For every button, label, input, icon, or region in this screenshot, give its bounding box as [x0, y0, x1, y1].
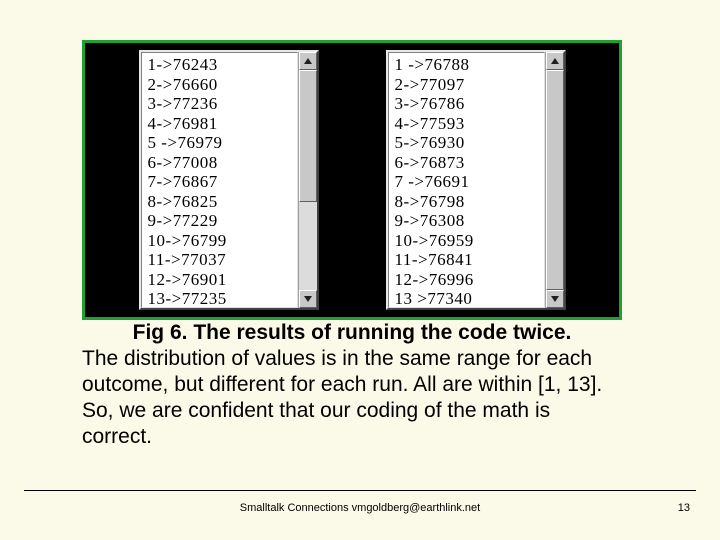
list-content-b: 1 ->76788 2->77097 3->76786 4->77593 5->…: [388, 52, 545, 308]
list-item: 9->76308: [395, 211, 540, 231]
footer-text: Smalltalk Connections vmgoldberg@earthli…: [0, 502, 720, 514]
scroll-up-button[interactable]: [546, 52, 564, 70]
list-item: 4->77593: [395, 114, 540, 134]
scroll-thumb[interactable]: [546, 70, 564, 290]
chevron-down-icon: [304, 296, 312, 302]
list-item: 7->76867: [148, 172, 293, 192]
list-item: 13 >77340: [395, 289, 540, 308]
list-item: 9->77229: [148, 211, 293, 231]
listbox-run-b[interactable]: 1 ->76788 2->77097 3->76786 4->77593 5->…: [386, 50, 566, 310]
chevron-up-icon: [551, 58, 559, 64]
list-item: 13->77235: [148, 289, 293, 308]
figure-frame: 1->76243 2->76660 3->77236 4->76981 5 ->…: [82, 40, 622, 320]
list-item: 12->76901: [148, 270, 293, 290]
list-item: 4->76981: [148, 114, 293, 134]
chevron-down-icon: [551, 296, 559, 302]
list-item: 5 ->76979: [148, 133, 293, 153]
list-item: 3->76786: [395, 94, 540, 114]
list-item: 7 ->76691: [395, 172, 540, 192]
list-item: 2->76660: [148, 75, 293, 95]
list-item: 2->77097: [395, 75, 540, 95]
list-item: 10->76799: [148, 231, 293, 251]
list-item: 12->76996: [395, 270, 540, 290]
scroll-track[interactable]: [299, 70, 317, 290]
list-item: 1 ->76788: [395, 55, 540, 75]
list-item: 6->77008: [148, 153, 293, 173]
figure-caption: Fig 6. The results of running the code t…: [82, 320, 622, 450]
chevron-up-icon: [304, 58, 312, 64]
scroll-down-button[interactable]: [299, 290, 317, 308]
list-item: 5->76930: [395, 133, 540, 153]
list-item: 6->76873: [395, 153, 540, 173]
page-number: 13: [678, 502, 690, 514]
list-item: 8->76825: [148, 192, 293, 212]
scrollbar[interactable]: [298, 52, 317, 308]
scroll-thumb[interactable]: [299, 70, 317, 202]
list-item: 1->76243: [148, 55, 293, 75]
list-item: 8->76798: [395, 192, 540, 212]
slide: 1->76243 2->76660 3->77236 4->76981 5 ->…: [0, 0, 720, 540]
list-item: 11->76841: [395, 250, 540, 270]
list-item: 10->76959: [395, 231, 540, 251]
scroll-track[interactable]: [546, 70, 564, 290]
caption-title: Fig 6. The results of running the code t…: [82, 320, 622, 346]
scrollbar[interactable]: [545, 52, 564, 308]
caption-body: The distribution of values is in the sam…: [82, 347, 602, 448]
listbox-run-a[interactable]: 1->76243 2->76660 3->77236 4->76981 5 ->…: [139, 50, 319, 310]
footer-divider: [24, 490, 696, 491]
list-content-a: 1->76243 2->76660 3->77236 4->76981 5 ->…: [141, 52, 298, 308]
list-item: 11->77037: [148, 250, 293, 270]
scroll-up-button[interactable]: [299, 52, 317, 70]
scroll-down-button[interactable]: [546, 290, 564, 308]
list-item: 3->77236: [148, 94, 293, 114]
